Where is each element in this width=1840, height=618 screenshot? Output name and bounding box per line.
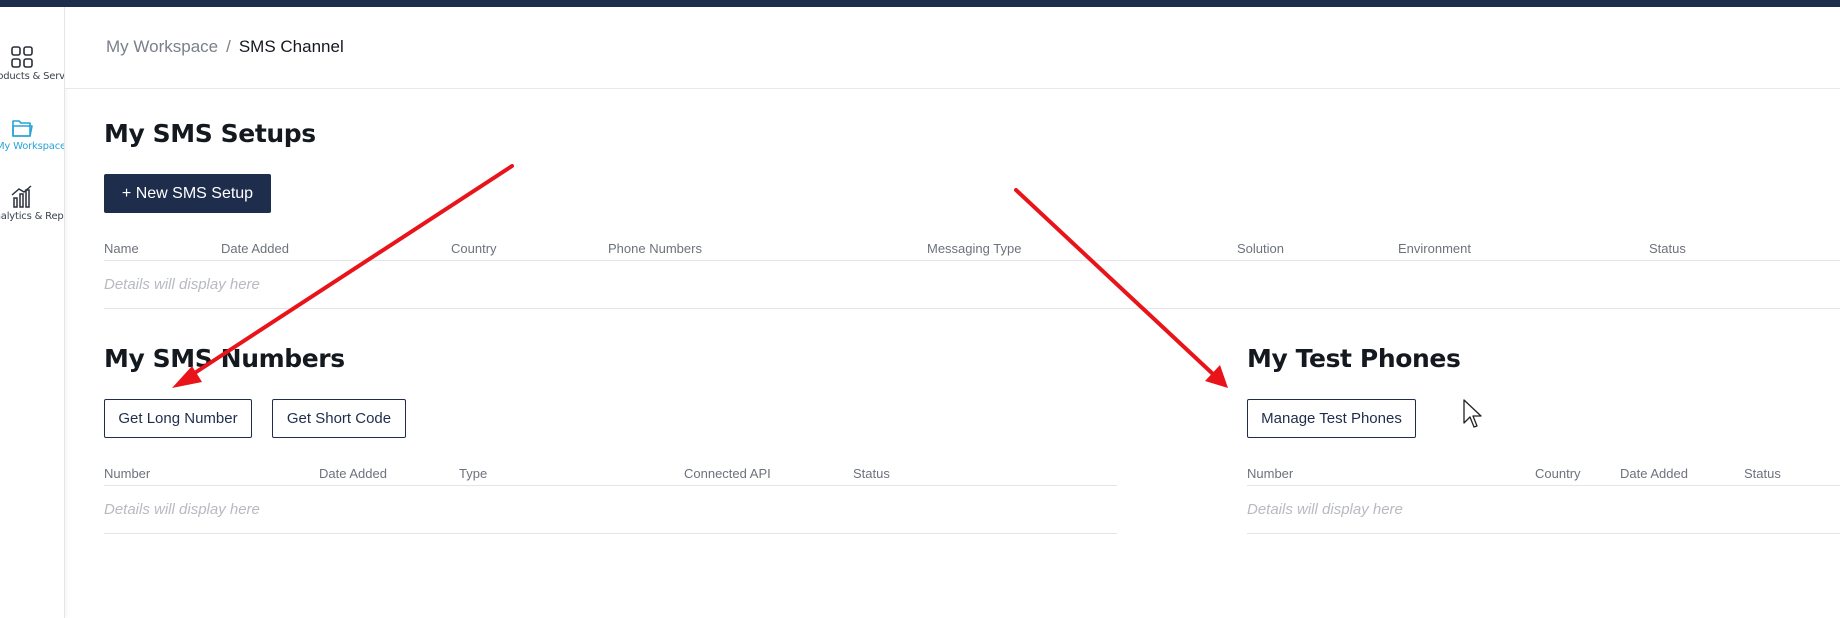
breadcrumb: My Workspace / SMS Channel <box>106 37 344 57</box>
table-row-divider <box>1247 533 1840 534</box>
annotation-arrow-right <box>1014 188 1228 388</box>
get-long-number-button[interactable]: Get Long Number <box>104 399 252 438</box>
sidebar-item-label: Products & Services <box>0 71 65 82</box>
column-header-name[interactable]: Name <box>104 241 139 256</box>
annotation-arrows <box>172 164 1228 388</box>
column-header-country[interactable]: Country <box>1535 466 1581 481</box>
sms-numbers-title: My SMS Numbers <box>104 344 345 373</box>
column-header-messaging-type[interactable]: Messaging Type <box>927 241 1021 256</box>
empty-placeholder: Details will display here <box>1247 501 1403 518</box>
grid-icon <box>11 46 33 68</box>
column-header-environment[interactable]: Environment <box>1398 241 1471 256</box>
bar-chart-icon <box>11 185 32 208</box>
column-header-status[interactable]: Status <box>1649 241 1686 256</box>
new-sms-setup-button[interactable]: + New SMS Setup <box>104 174 271 213</box>
folder-icon <box>12 120 33 137</box>
column-header-phone-numbers[interactable]: Phone Numbers <box>608 241 702 256</box>
column-header-number[interactable]: Number <box>1247 466 1293 481</box>
get-short-code-button[interactable]: Get Short Code <box>272 399 406 438</box>
column-header-number[interactable]: Number <box>104 466 150 481</box>
table-row-divider <box>104 308 1840 309</box>
sidebar-item-my-workspace[interactable]: My Workspace <box>0 107 64 167</box>
table-header-divider <box>104 260 1840 261</box>
column-header-solution[interactable]: Solution <box>1237 241 1284 256</box>
manage-test-phones-button[interactable]: Manage Test Phones <box>1247 399 1416 438</box>
sidebar: Products & Services My Workspace Analyti… <box>0 7 65 618</box>
sidebar-item-analytics-reports[interactable]: Analytics & Reports <box>0 177 64 237</box>
sms-setups-title: My SMS Setups <box>104 119 316 148</box>
column-header-type[interactable]: Type <box>459 466 487 481</box>
test-phones-title: My Test Phones <box>1247 344 1461 373</box>
column-header-connected-api[interactable]: Connected API <box>684 466 771 481</box>
column-header-country[interactable]: Country <box>451 241 497 256</box>
sidebar-item-label: Analytics & Reports <box>0 211 64 222</box>
empty-placeholder: Details will display here <box>104 501 260 518</box>
mouse-cursor-icon <box>1463 399 1482 428</box>
column-header-date-added[interactable]: Date Added <box>319 466 387 481</box>
column-header-status[interactable]: Status <box>1744 466 1781 481</box>
sidebar-item-products-services[interactable]: Products & Services <box>0 37 64 97</box>
column-header-date-added[interactable]: Date Added <box>221 241 289 256</box>
column-header-date-added[interactable]: Date Added <box>1620 466 1688 481</box>
breadcrumb-current: SMS Channel <box>238 37 344 56</box>
sidebar-item-label: My Workspace <box>0 141 65 152</box>
breadcrumb-workspace-link[interactable]: My Workspace <box>106 37 218 56</box>
empty-placeholder: Details will display here <box>104 276 260 293</box>
page-header: My Workspace / SMS Channel <box>65 7 1840 89</box>
table-header-divider <box>104 485 1117 486</box>
breadcrumb-separator: / <box>226 37 231 56</box>
table-header-divider <box>1247 485 1840 486</box>
table-row-divider <box>104 533 1117 534</box>
column-header-status[interactable]: Status <box>853 466 890 481</box>
top-accent-bar <box>0 0 1840 7</box>
